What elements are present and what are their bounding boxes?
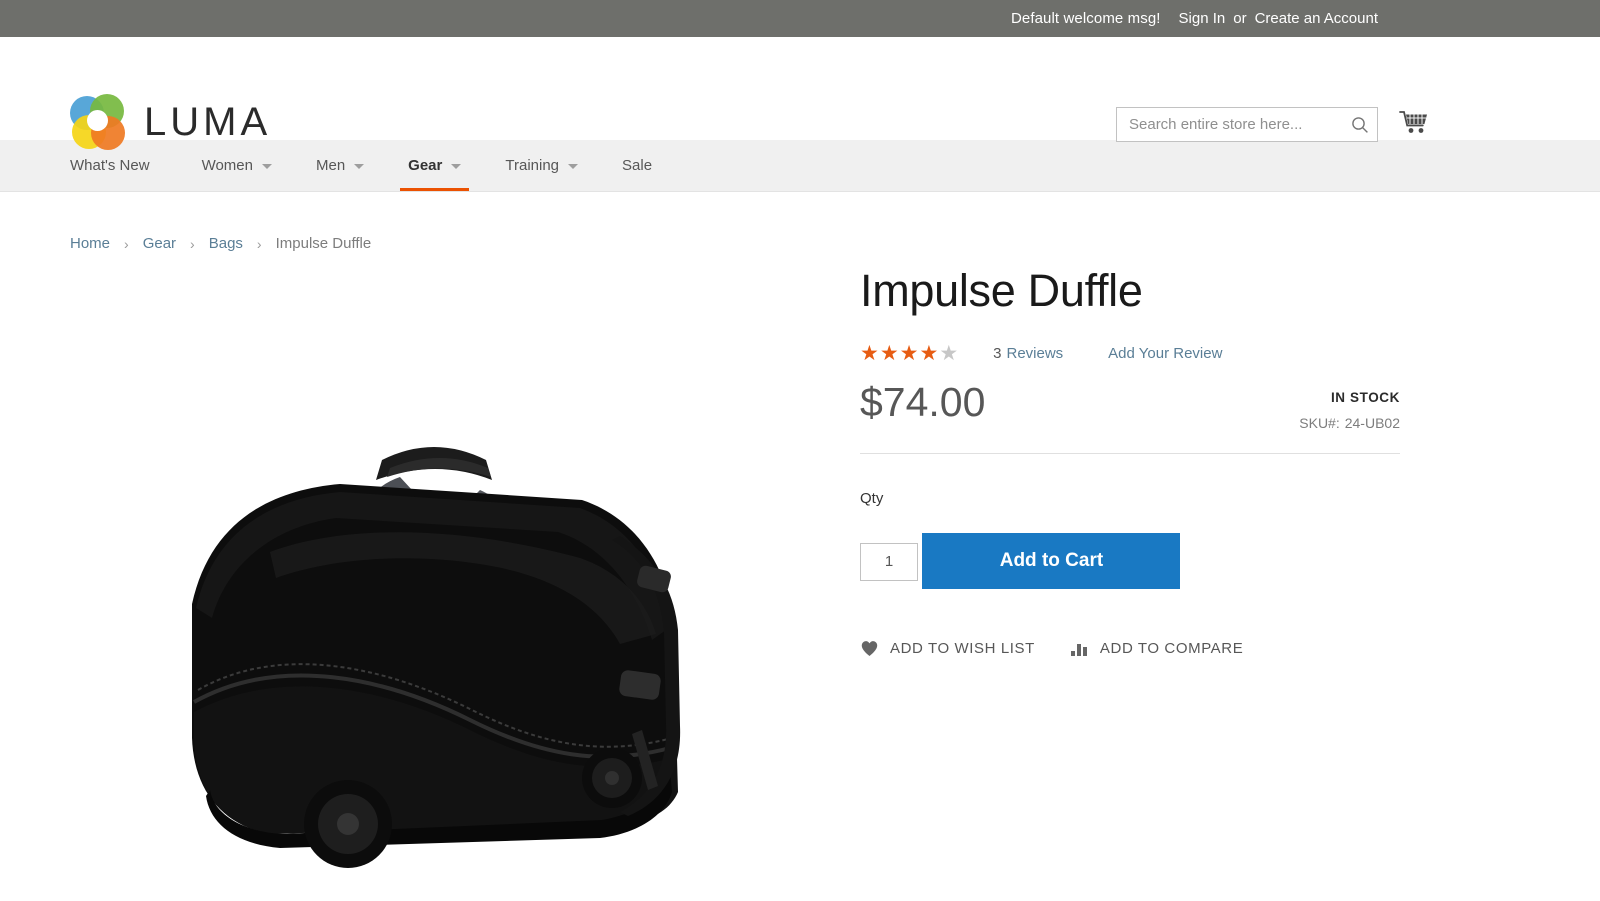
add-to-compare-link[interactable]: ADD TO COMPARE <box>1070 640 1243 657</box>
top-panel: Default welcome msg! Sign In or Create a… <box>0 0 1600 37</box>
nav-item-women[interactable]: Women <box>180 140 294 191</box>
nav-label: Sale <box>622 157 653 174</box>
page-body: Home › Gear › Bags › Impulse Duffle Impu… <box>0 192 1600 882</box>
search-input[interactable] <box>1129 116 1351 133</box>
secondary-actions: ADD TO WISH LIST ADD TO COMPARE <box>860 639 1400 657</box>
product-layout: Impulse Duffle ★★★★★ 3 Reviews Add Your R… <box>70 262 1530 882</box>
product-price: $74.00 <box>860 379 986 425</box>
breadcrumb-item-home[interactable]: Home <box>70 235 110 252</box>
search-box[interactable] <box>1116 107 1378 142</box>
qty-label: Qty <box>860 490 884 507</box>
page-title: Impulse Duffle <box>860 265 1143 316</box>
star-filled-icon: ★ <box>879 342 900 365</box>
chevron-down-icon <box>451 164 462 169</box>
breadcrumb-separator-icon: › <box>190 235 195 252</box>
qty-input[interactable] <box>860 542 918 581</box>
welcome-message: Default welcome msg! <box>1010 10 1161 27</box>
rating-row: ★★★★★ 3 Reviews Add Your Review <box>860 343 1400 364</box>
chevron-down-icon <box>354 164 365 169</box>
compare-label: ADD TO COMPARE <box>1099 639 1244 657</box>
nav-item-men[interactable]: Men <box>294 140 386 191</box>
nav-label: Gear <box>408 157 443 174</box>
main-navigation: What's New Women Men Gear Training Sale <box>0 140 1600 192</box>
breadcrumb-separator-icon: › <box>124 235 129 252</box>
product-gallery[interactable] <box>70 262 830 882</box>
search-area <box>1116 107 1378 142</box>
cart-icon[interactable] <box>1396 105 1430 139</box>
nav-label: Men <box>315 157 346 174</box>
star-filled-icon: ★ <box>899 342 920 365</box>
star-rating[interactable]: ★★★★★ <box>860 343 959 364</box>
or-separator: or <box>1233 10 1247 27</box>
nav-item-sale[interactable]: Sale <box>600 140 674 191</box>
nav-item-training[interactable]: Training <box>483 140 600 191</box>
wish-list-label: ADD TO WISH LIST <box>890 639 1035 657</box>
nav-label: Women <box>201 157 253 174</box>
breadcrumb: Home › Gear › Bags › Impulse Duffle <box>70 192 1530 252</box>
heart-icon <box>860 639 879 657</box>
sku-label: SKU#: <box>1299 415 1340 431</box>
logo-text: LUMA <box>144 99 272 144</box>
reviews-count: 3 <box>993 345 1002 362</box>
sku-value: 24-UB02 <box>1344 415 1400 431</box>
add-to-wish-list-link[interactable]: ADD TO WISH LIST <box>860 639 1035 657</box>
reviews-link[interactable]: 3 Reviews <box>993 345 1063 362</box>
breadcrumb-item-gear[interactable]: Gear <box>143 235 176 252</box>
add-to-cart-button[interactable]: Add to Cart <box>922 533 1181 589</box>
chevron-down-icon <box>568 164 579 169</box>
site-header: LUMA <box>0 37 1600 150</box>
star-empty-icon: ★ <box>939 342 960 365</box>
product-info: Impulse Duffle ★★★★★ 3 Reviews Add Your R… <box>860 262 1400 882</box>
bar-chart-icon <box>1070 640 1089 657</box>
chevron-down-icon <box>261 164 272 169</box>
breadcrumb-separator-icon: › <box>256 235 262 252</box>
nav-label: Training <box>505 157 560 174</box>
reviews-label: Reviews <box>1006 345 1064 362</box>
nav-item-gear[interactable]: Gear <box>386 140 483 191</box>
star-filled-icon: ★ <box>919 342 940 365</box>
search-icon[interactable] <box>1351 116 1369 134</box>
product-image[interactable] <box>150 372 750 872</box>
star-filled-icon: ★ <box>860 342 880 365</box>
breadcrumb-item-bags[interactable]: Bags <box>209 235 243 252</box>
add-your-review-link[interactable]: Add Your Review <box>1108 345 1222 362</box>
sku: SKU#: 24-UB02 <box>1299 415 1400 431</box>
status-badge: IN STOCK <box>1330 390 1400 405</box>
stock-block: IN STOCK SKU#: 24-UB02 <box>1299 382 1400 431</box>
create-account-link[interactable]: Create an Account <box>1255 10 1378 27</box>
nav-label: What's New <box>70 157 150 174</box>
breadcrumb-current: Impulse Duffle <box>275 235 372 252</box>
sign-in-link[interactable]: Sign In <box>1179 10 1226 27</box>
nav-item-whats-new[interactable]: What's New <box>70 140 180 191</box>
price-row: $74.00 IN STOCK SKU#: 24-UB02 <box>860 382 1400 454</box>
